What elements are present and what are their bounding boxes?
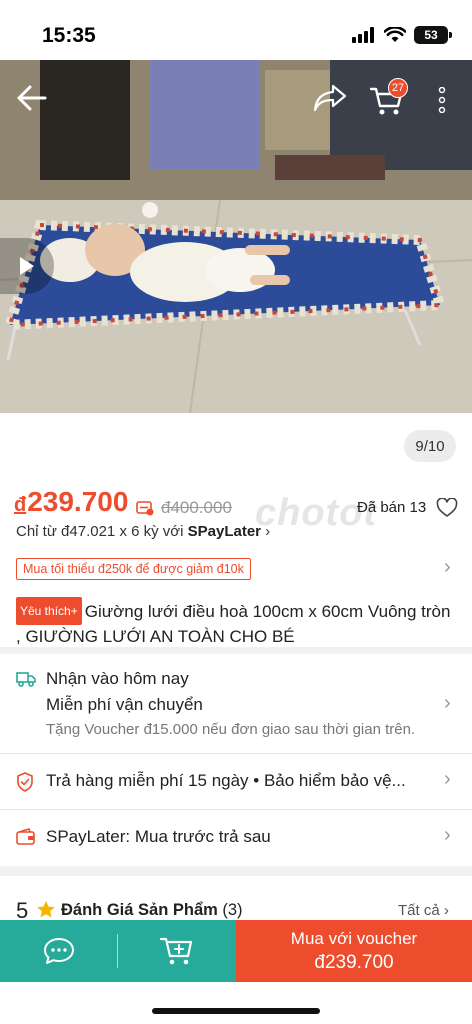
buy-with-voucher-button[interactable]: Mua với voucher đ239.700 <box>236 920 472 982</box>
play-icon <box>20 257 34 275</box>
chevron-right-icon: › <box>444 692 451 714</box>
play-video-button[interactable] <box>0 238 54 294</box>
buy-button-price: đ239.700 <box>314 951 394 973</box>
cart-button[interactable]: 27 <box>366 78 410 118</box>
back-button[interactable] <box>10 78 54 118</box>
delivery-time: Nhận vào hôm nay <box>46 669 189 688</box>
product-image[interactable]: 27 <box>0 60 472 413</box>
shield-check-icon <box>17 772 33 792</box>
cart-count-badge: 27 <box>388 78 408 98</box>
spaylater-text: SPayLater: Mua trước trả sau <box>46 827 271 846</box>
review-count: (3) <box>222 901 243 919</box>
back-arrow-icon <box>17 85 47 111</box>
shipping-voucher-note: Tặng Voucher đ15.000 nếu đơn giao sau th… <box>46 721 416 738</box>
battery-level: 53 <box>424 28 438 42</box>
add-to-cart-button[interactable] <box>118 920 236 982</box>
share-icon <box>313 84 347 112</box>
truck-icon <box>16 672 36 687</box>
current-price: đ 239.700 <box>14 486 128 518</box>
chat-button[interactable] <box>0 920 117 982</box>
status-icons: 53 <box>352 26 452 44</box>
section-divider <box>0 866 472 876</box>
spaylater-row[interactable]: SPayLater: Mua trước trả sau › <box>0 810 472 864</box>
status-bar: 15:35 53 <box>0 0 472 60</box>
battery-icon: 53 <box>414 26 452 44</box>
heart-icon[interactable] <box>436 498 458 518</box>
see-all-reviews-link[interactable]: Tất cả › <box>398 902 449 919</box>
chevron-right-icon: › <box>444 824 451 846</box>
favorite-plus-badge: Yêu thích+ <box>16 597 82 625</box>
wifi-icon <box>384 27 406 42</box>
more-button[interactable] <box>428 80 456 120</box>
bar-separator <box>117 920 118 982</box>
bottom-action-bar: Mua với voucher đ239.700 <box>0 920 472 982</box>
shipping-row[interactable]: Nhận vào hôm nay Miễn phí vận chuyển Tặn… <box>0 654 472 752</box>
chevron-right-icon: › <box>439 902 449 919</box>
sold-count: Đã bán 13 <box>357 499 427 516</box>
signal-icon <box>352 27 374 43</box>
installment-info[interactable]: Chỉ từ đ47.021 x 6 kỳ với SPayLater › <box>16 523 270 540</box>
min-order-voucher-tag[interactable]: Mua tối thiểu đ250k để được giảm đ10k <box>16 558 251 580</box>
home-indicator <box>152 1008 320 1014</box>
chevron-right-icon: › <box>261 523 271 540</box>
wallet-icon <box>16 828 35 845</box>
image-counter: 9/10 <box>404 430 456 462</box>
buy-button-label: Mua với voucher <box>290 928 418 948</box>
guarantee-text: Trả hàng miễn phí 15 ngày • Bảo hiểm bảo… <box>46 771 406 790</box>
share-button[interactable] <box>308 78 352 118</box>
add-to-cart-icon <box>160 937 193 965</box>
installment-text: Chỉ từ đ47.021 x 6 kỳ với <box>16 523 188 540</box>
guarantee-row[interactable]: Trả hàng miễn phí 15 ngày • Bảo hiểm bảo… <box>0 754 472 808</box>
more-vertical-icon <box>438 87 446 113</box>
status-time: 15:35 <box>42 24 96 47</box>
voucher-tag-icon <box>136 501 154 516</box>
star-icon <box>37 901 55 918</box>
price-value: 239.700 <box>27 486 129 517</box>
free-shipping: Miễn phí vận chuyển <box>46 695 203 714</box>
chat-icon <box>43 938 74 964</box>
product-title: Yêu thích+ Giường lưới điều hoà 100cm x 6… <box>16 597 456 649</box>
original-price: đ400.000 <box>161 498 232 517</box>
chevron-right-icon: › <box>444 768 451 790</box>
see-all-label: Tất cả <box>398 902 440 919</box>
currency-symbol: đ <box>14 494 27 516</box>
review-title-text: Đánh Giá Sản Phẩm <box>61 901 218 919</box>
review-section-title: Đánh Giá Sản Phẩm (3) <box>61 901 243 920</box>
chevron-right-icon[interactable]: › <box>444 556 451 579</box>
section-divider <box>0 647 472 654</box>
installment-brand: SPayLater <box>187 523 261 540</box>
